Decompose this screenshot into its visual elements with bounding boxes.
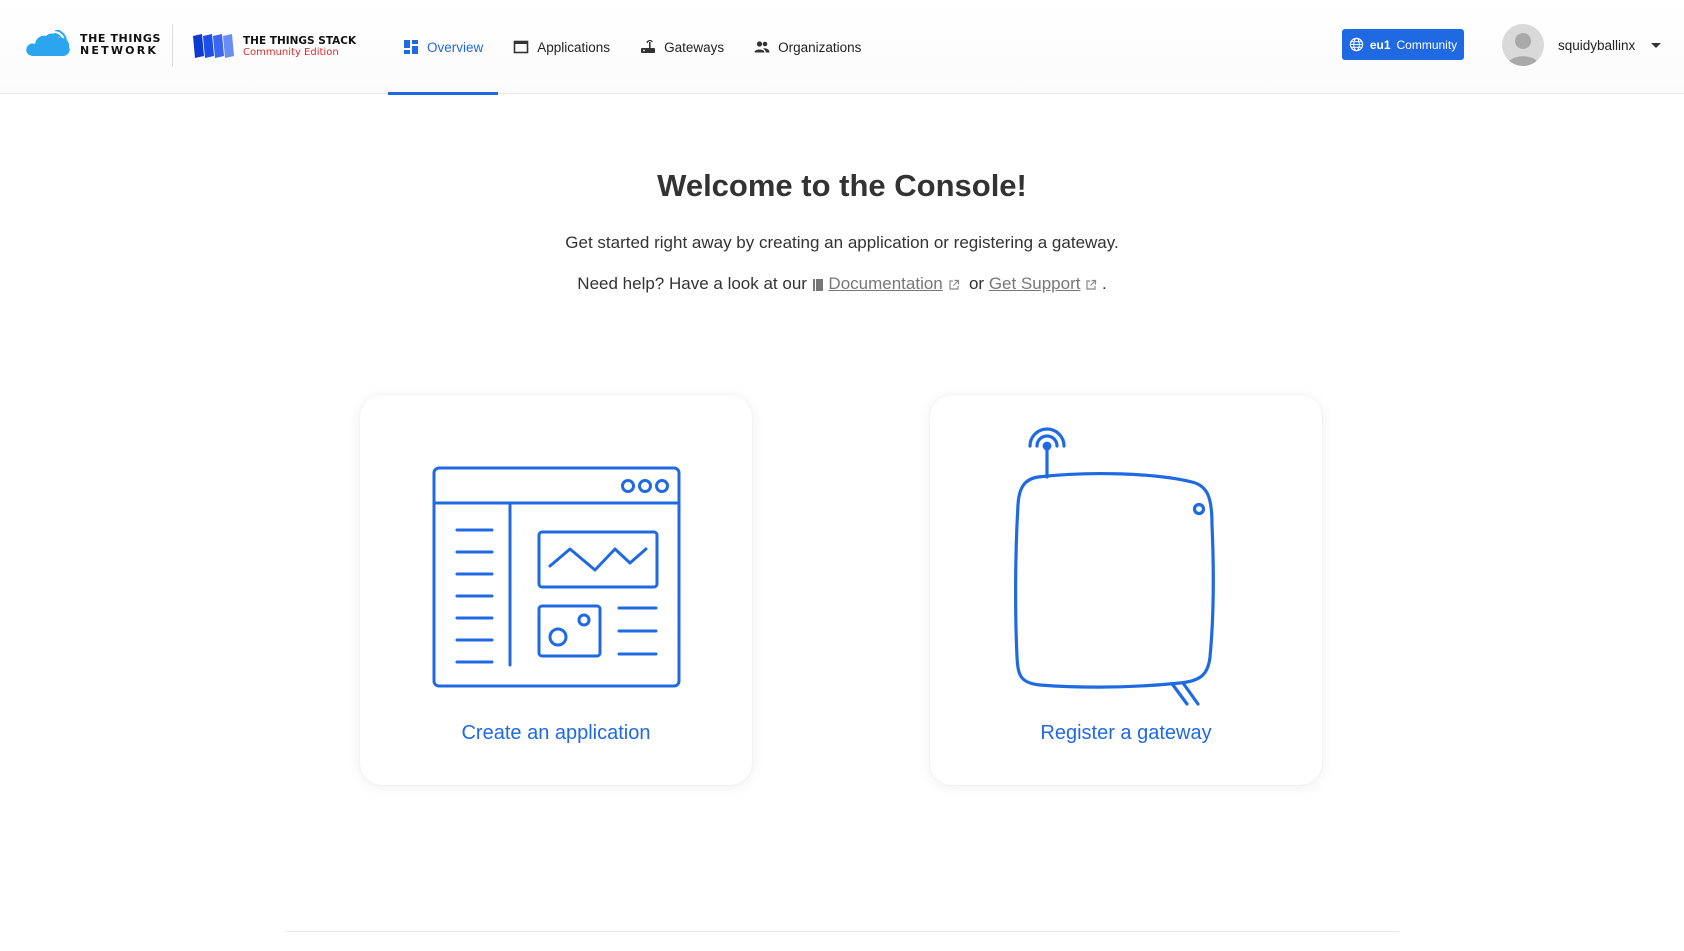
page-title: Welcome to the Console! — [657, 168, 1027, 203]
chevron-down-icon — [1651, 42, 1662, 48]
external-link-icon — [1086, 279, 1097, 290]
book-icon — [812, 278, 823, 291]
nav-overview[interactable]: Overview — [388, 0, 499, 95]
user-menu[interactable]: squidyballinx — [1502, 24, 1662, 66]
help-line: Need help? Have a look at our Documentat… — [0, 274, 1684, 294]
people-icon — [754, 41, 770, 53]
user-name: squidyballinx — [1558, 37, 1636, 53]
welcome-subtitle: Get started right away by creating an ap… — [565, 233, 1119, 252]
avatar-icon — [1502, 24, 1544, 66]
cluster-selector-button[interactable]: eu1 Community — [1342, 29, 1464, 60]
nav-applications-label: Applications — [537, 39, 611, 55]
create-application-card[interactable]: Create an application — [360, 395, 752, 785]
help-or: or — [968, 274, 985, 293]
tts-logo-line1: THE THINGS STACK — [243, 34, 357, 47]
nav-organizations-label: Organizations — [778, 39, 862, 55]
footer-divider — [285, 931, 1399, 932]
cluster-region: eu1 — [1369, 37, 1391, 52]
create-application-label: Create an application — [461, 722, 651, 744]
nav-gateways[interactable]: Gateways — [625, 0, 739, 94]
main-nav: Overview Applications Gateways Organizat… — [388, 0, 876, 95]
nav-applications[interactable]: Applications — [498, 0, 625, 94]
documentation-link[interactable]: Documentation — [828, 274, 942, 293]
cloud-logo-icon — [26, 30, 70, 56]
nav-overview-label: Overview — [427, 39, 484, 55]
logo-divider — [172, 24, 173, 66]
tts-logo-line2: Community Edition — [243, 46, 339, 58]
support-link[interactable]: Get Support — [989, 274, 1081, 293]
help-prefix: Need help? Have a look at our — [577, 274, 807, 293]
ttn-logo[interactable]: THE THINGS NETWORK — [24, 30, 161, 60]
router-icon — [641, 39, 656, 53]
ttn-logo-line2: NETWORK — [80, 44, 159, 57]
external-link-icon — [948, 279, 959, 290]
nav-gateways-label: Gateways — [664, 39, 725, 55]
register-gateway-label: Register a gateway — [1040, 722, 1212, 744]
window-icon — [513, 40, 529, 54]
tts-logo[interactable]: THE THINGS STACK Community Edition — [191, 33, 356, 59]
stack-logo-icon — [193, 34, 234, 58]
register-gateway-card[interactable]: Register a gateway — [930, 395, 1322, 785]
cluster-label: Community — [1396, 37, 1458, 52]
help-period: . — [1101, 274, 1107, 293]
globe-icon — [1349, 37, 1364, 52]
top-header: THE THINGS NETWORK THE THINGS STACK Comm… — [0, 0, 1684, 95]
nav-organizations[interactable]: Organizations — [739, 0, 876, 94]
dashboard-icon — [404, 40, 418, 54]
